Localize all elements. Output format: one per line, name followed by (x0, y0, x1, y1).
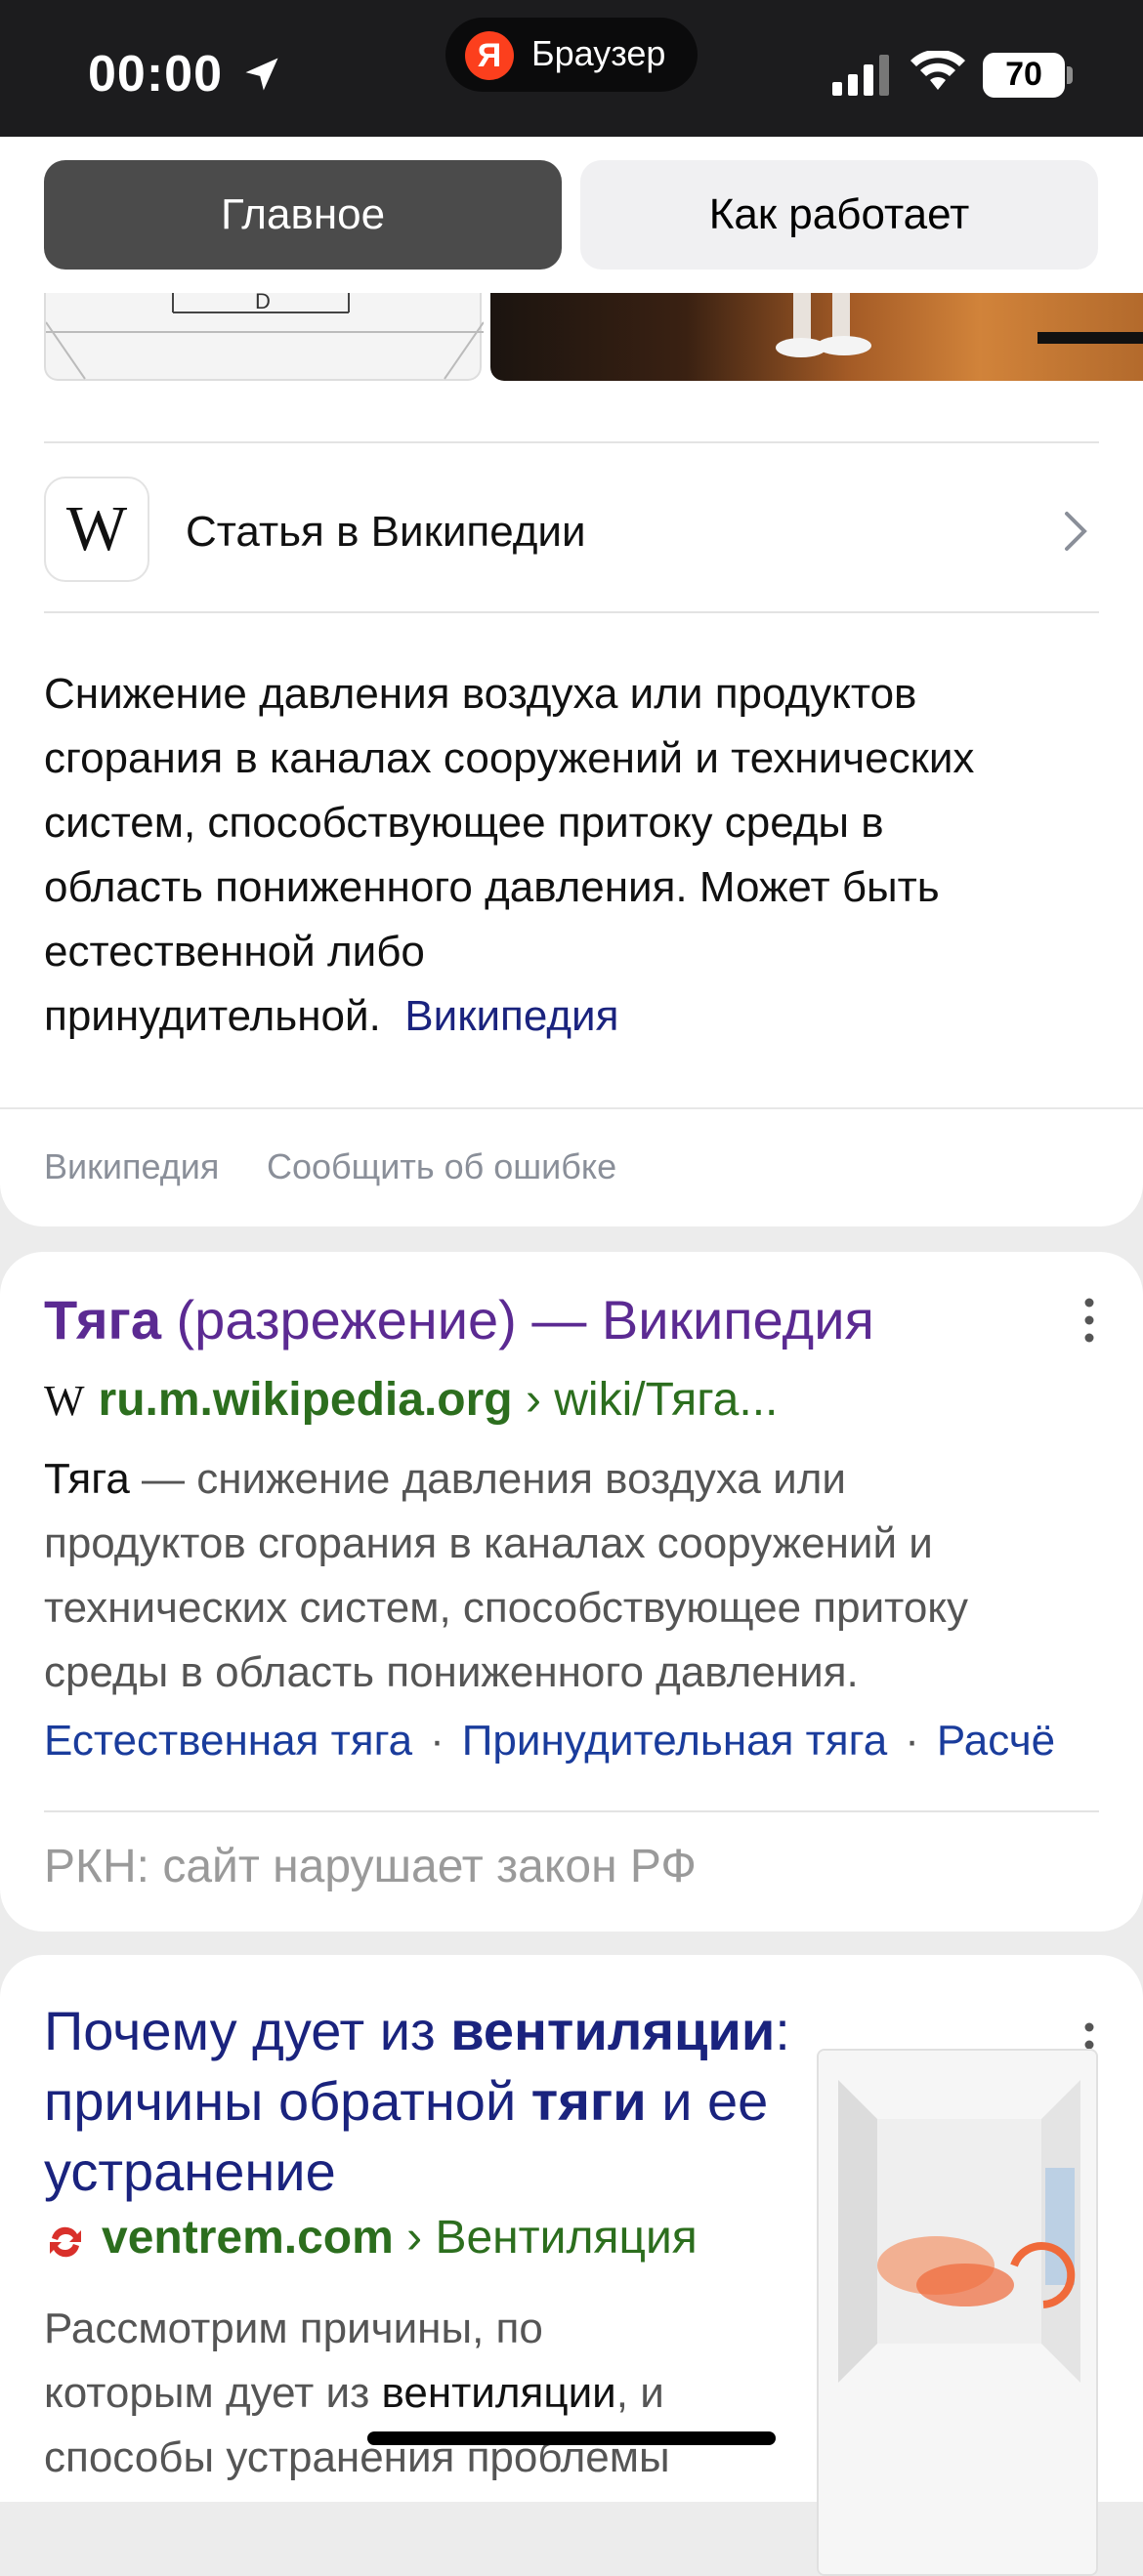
result-url[interactable]: Wru.m.wikipedia.org › wiki/Тяга... (44, 1373, 778, 1427)
status-bar: 00:00 Я Браузер 70 (0, 0, 1143, 137)
ventrem-favicon-icon (50, 2226, 81, 2258)
wikipedia-source-link[interactable]: Википедия (404, 992, 618, 1040)
yandex-logo-icon: Я (465, 31, 514, 80)
footer-wikipedia-link[interactable]: Википедия (44, 1146, 219, 1187)
chevron-right-icon (1065, 512, 1087, 551)
wifi-icon (910, 51, 965, 90)
tab-how-it-works[interactable]: Как работает (580, 160, 1098, 270)
search-result-wikipedia: Тяга (разрежение) — Википедия Wru.m.wiki… (0, 1252, 1143, 1932)
battery-level: 70 (1005, 56, 1042, 93)
wikipedia-logo-icon: W (44, 477, 149, 582)
search-result-ventrem: Почему дует из вентиляции: причины обрат… (0, 1955, 1143, 2576)
divider (44, 441, 1099, 443)
wikipedia-article-row[interactable]: W Статья в Википедии (0, 473, 1143, 590)
diagram-image[interactable]: D (44, 289, 485, 381)
photo-image[interactable] (490, 293, 1143, 381)
tabs-bar: Главное Как работает (0, 137, 1143, 293)
report-error-link[interactable]: Сообщить об ошибке (267, 1146, 616, 1187)
result-title-link[interactable]: Тяга (разрежение) — Википедия (44, 1285, 874, 1355)
sitelink-calculation[interactable]: Расчё (937, 1717, 1055, 1765)
sitelink-natural-draft[interactable]: Естественная тяга (44, 1717, 412, 1765)
sitelink-forced-draft[interactable]: Принудительная тяга (462, 1717, 887, 1765)
divider (44, 1810, 1099, 1812)
result-url[interactable]: ventrem.com › Вентиляция (102, 2211, 698, 2264)
more-dots-icon[interactable] (1075, 1291, 1104, 1350)
wikipedia-article-label: Статья в Википедии (186, 508, 586, 556)
result-sitelinks: Естественная тяга · Принудительная тяга · Ра… (44, 1717, 1056, 1765)
wikipedia-favicon-icon: W (44, 1377, 85, 1425)
divider (44, 611, 1099, 613)
svg-text:D: D (255, 293, 271, 313)
article-description: Снижение давления воздуха или продуктов … (44, 670, 975, 1040)
knowledge-card: D W Статья в Википедии Снижение давления… (0, 289, 1143, 1226)
location-arrow-icon (245, 58, 278, 91)
result-snippet: Тяга — снижение давления воздуха или про… (44, 1455, 969, 1696)
browser-app-label: Браузер (531, 33, 666, 73)
divider (0, 1107, 1143, 1109)
battery-tip (1067, 66, 1073, 84)
rkn-notice: РКН: сайт нарушает закон РФ (44, 1841, 697, 1892)
result-snippet: Рассмотрим причины, по которым дует из в… (44, 2305, 670, 2481)
status-time: 00:00 (88, 46, 223, 103)
result-thumbnail[interactable] (817, 2049, 1098, 2576)
home-indicator[interactable] (367, 2431, 776, 2445)
cellular-signal-icon (832, 55, 889, 96)
tab-main[interactable]: Главное (44, 160, 562, 270)
